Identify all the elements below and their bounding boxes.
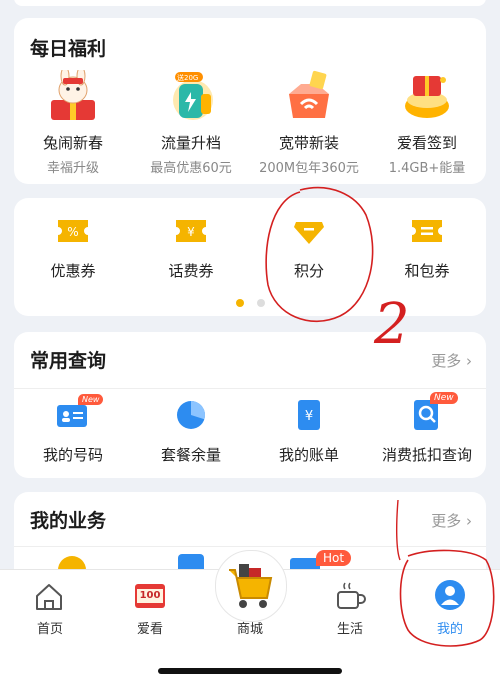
- common-queries-card: 常用查询 更多 › New 我的号码 套餐余量 ¥ 我的账单 New 消费抵扣查…: [14, 332, 486, 478]
- coupon-item-points[interactable]: 积分: [250, 216, 368, 281]
- query-label: 套餐余量: [160, 446, 221, 464]
- discount-ticket-icon: %: [56, 216, 90, 246]
- coupon-label: 积分: [293, 262, 324, 280]
- yuan-ticket-icon: ¥: [174, 216, 208, 246]
- pager-dots: [236, 292, 266, 311]
- chevron-right-icon: ›: [466, 352, 472, 370]
- query-item-plan-balance[interactable]: 套餐余量: [132, 400, 250, 465]
- new-badge: New: [430, 392, 458, 404]
- user-icon: [435, 580, 465, 610]
- daily-item-checkin[interactable]: 爱看签到 1.4GB+能量: [368, 70, 486, 176]
- daily-item-sub: 1.4GB+能量: [388, 161, 466, 176]
- daily-item-sub: 幸福升级: [46, 161, 99, 176]
- daily-item-label: 兔闹新春: [42, 134, 103, 152]
- rabbit-gift-icon: [45, 66, 101, 122]
- search-doc-icon: New: [410, 392, 458, 430]
- data-boost-badge: 送20G: [177, 74, 199, 82]
- coupon-label: 优惠券: [50, 262, 96, 280]
- coupon-item-phone-bill[interactable]: ¥ 话费券: [132, 216, 250, 281]
- coupon-label: 话费券: [168, 262, 214, 280]
- coffee-cup-icon: [337, 582, 366, 609]
- checkin-gift-icon: [399, 70, 455, 122]
- coupon-item-discount[interactable]: % 优惠券: [14, 216, 132, 281]
- pager-dot: [257, 299, 266, 307]
- coupon-item-hebao[interactable]: 和包券: [368, 216, 486, 281]
- daily-item-sub: 最高优惠60元: [150, 161, 232, 176]
- coupons-card: % 优惠券 ¥ 话费券 积分 和包券: [14, 198, 486, 316]
- query-label: 我的账单: [278, 446, 339, 464]
- daily-welfare-title: 每日福利: [30, 38, 107, 60]
- nav-label: 我的: [436, 622, 463, 637]
- nav-label: 商城: [236, 622, 263, 637]
- common-more-link[interactable]: 更多 ›: [431, 350, 472, 371]
- nav-label: 首页: [36, 622, 63, 637]
- daily-item-label: 宽带新装: [278, 134, 339, 152]
- query-item-my-bill[interactable]: ¥ 我的账单: [250, 400, 368, 465]
- top-card-edge: [14, 0, 486, 6]
- daily-item-label: 爱看签到: [396, 134, 457, 152]
- svg-text:%: %: [67, 225, 78, 239]
- daily-item-sub: 200M包年360元: [259, 161, 359, 176]
- broadband-box-icon: [281, 70, 337, 122]
- nav-label: 爱看: [136, 622, 163, 637]
- coupon-label: 和包券: [404, 262, 450, 280]
- tv-badge: 100: [137, 589, 163, 603]
- diamond-icon: [292, 216, 326, 246]
- nav-label: 生活: [336, 622, 363, 637]
- package-ticket-icon: [410, 216, 444, 246]
- daily-item-broadband[interactable]: 宽带新装 200M包年360元: [250, 70, 368, 176]
- query-item-deduction[interactable]: New 消费抵扣查询: [368, 392, 486, 465]
- daily-item-rabbit[interactable]: 兔闹新春 幸福升级: [14, 66, 132, 176]
- chevron-right-icon: ›: [466, 512, 472, 530]
- query-label: 消费抵扣查询: [381, 446, 472, 464]
- home-indicator: [158, 668, 342, 674]
- business-more-link[interactable]: 更多 ›: [431, 510, 472, 531]
- common-queries-title: 常用查询: [30, 350, 107, 372]
- daily-item-data-boost[interactable]: 送20G 流量升档 最高优惠60元: [132, 70, 250, 176]
- my-business-title: 我的业务: [30, 510, 107, 532]
- data-boost-icon: 送20G: [163, 70, 219, 122]
- pie-chart-icon: [174, 400, 208, 430]
- hot-badge: Hot: [316, 550, 352, 566]
- handwritten-number: 2: [374, 292, 410, 357]
- more-label: 更多: [431, 512, 462, 530]
- divider: [14, 546, 486, 547]
- svg-text:¥: ¥: [187, 225, 195, 239]
- new-badge: New: [78, 394, 104, 405]
- daily-item-label: 流量升档: [160, 134, 221, 152]
- divider: [14, 388, 486, 389]
- pager-dot-active: [236, 299, 244, 307]
- more-label: 更多: [431, 352, 462, 370]
- daily-welfare-card: 每日福利 兔闹新春 幸福升级 送20G 流量升档 最高优惠60元 宽带新装 20…: [14, 18, 486, 184]
- tv-icon: 100: [135, 584, 165, 608]
- shopping-cart-icon: [229, 564, 273, 608]
- id-card-icon: New: [56, 394, 104, 430]
- svg-text:¥: ¥: [305, 409, 313, 424]
- bill-icon: ¥: [292, 400, 326, 430]
- query-label: 我的号码: [42, 446, 103, 464]
- query-item-my-number[interactable]: New 我的号码: [14, 394, 132, 465]
- home-icon: [36, 584, 62, 610]
